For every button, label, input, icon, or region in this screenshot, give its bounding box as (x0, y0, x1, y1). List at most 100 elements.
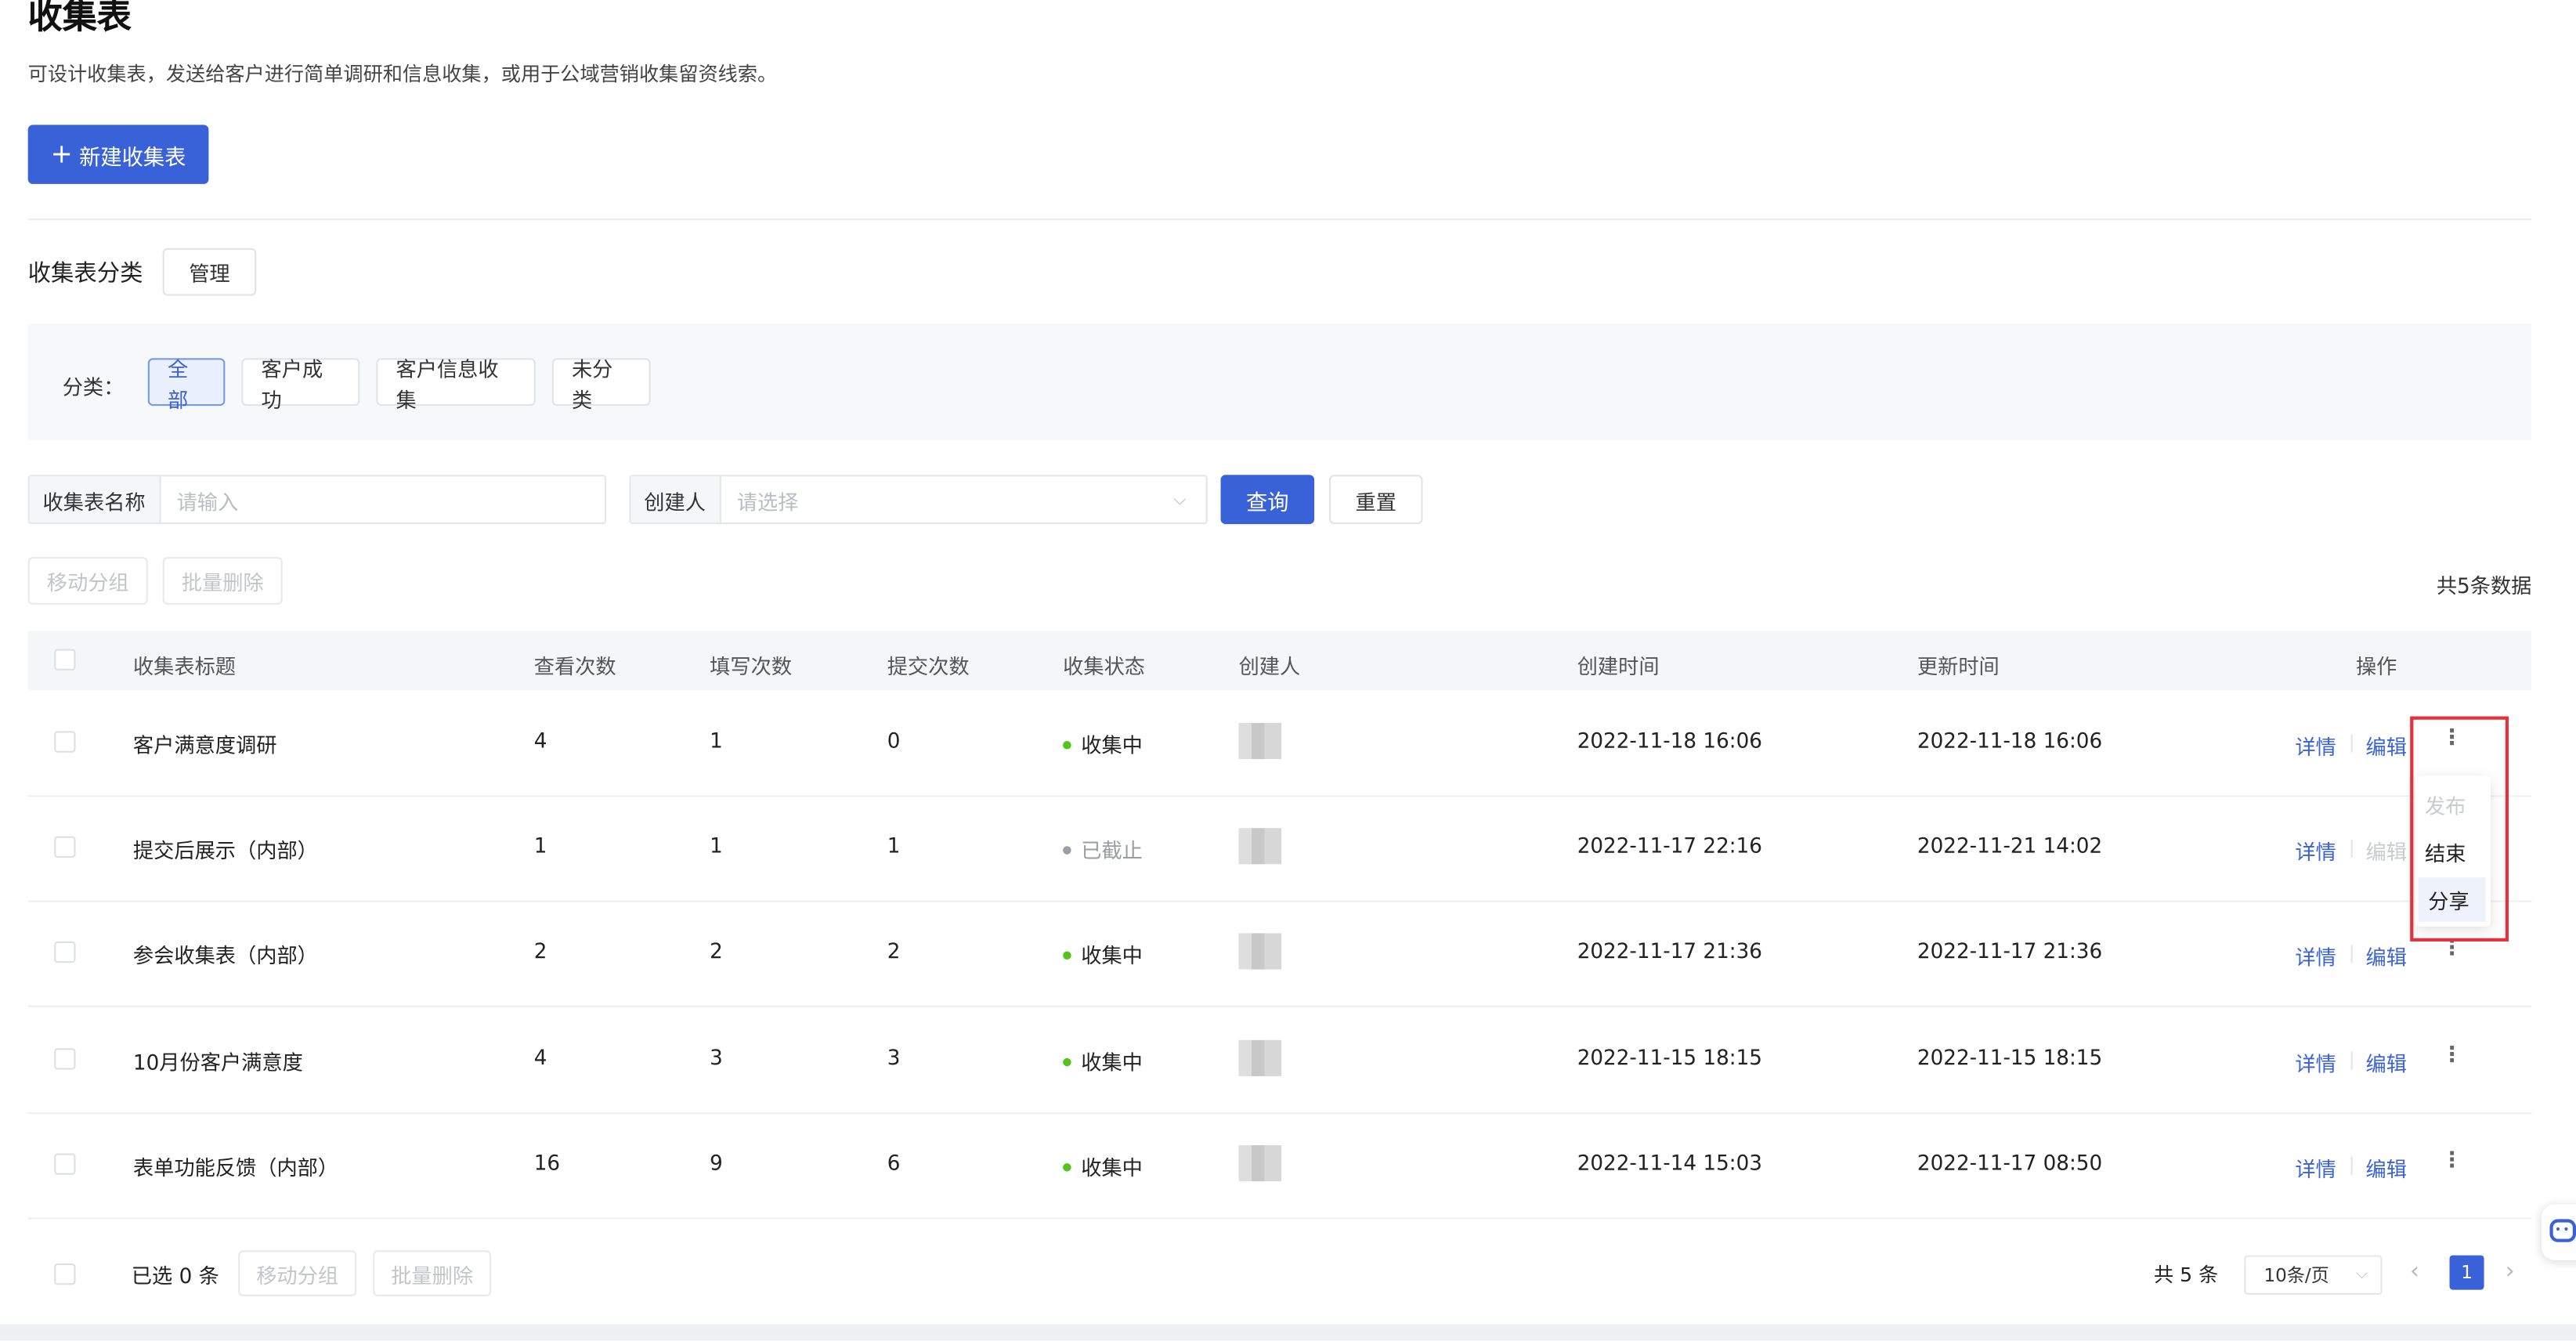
chip-customer-info[interactable]: 客户信息收集 (376, 356, 536, 411)
row-title: 提交后展示（内部） (132, 837, 318, 863)
selected-count: 已选 0 条 (131, 1263, 219, 1289)
row-updated: 2022-11-21 14:02 (1917, 833, 2103, 858)
table-row: 参会收集表（内部） 2 2 2 收集中 2022-11-17 21:36 202… (0, 900, 2576, 1005)
row-views: 4 (533, 728, 547, 753)
pagination-total: 共 5 条 (2153, 1263, 2219, 1287)
next-page-icon[interactable]: › (2506, 1259, 2515, 1285)
separator (2350, 839, 2353, 858)
status-dot-icon (1063, 951, 1071, 960)
chevron-down-icon: ⌵ (2356, 1267, 2368, 1284)
row-views: 2 (533, 938, 547, 963)
header-updated: 更新时间 (1917, 653, 2000, 679)
prev-page-icon[interactable]: ‹ (2410, 1259, 2419, 1285)
table-row: 表单功能反馈（内部） 16 9 6 收集中 2022-11-14 15:03 2… (0, 1112, 2576, 1217)
reset-button[interactable]: 重置 (1328, 475, 1423, 525)
highlight-box (2410, 716, 2509, 942)
detail-link[interactable]: 详情 (2295, 835, 2336, 866)
query-button[interactable]: 查询 (1220, 475, 1315, 525)
row-created: 2022-11-14 15:03 (1577, 1150, 1762, 1175)
row-checkbox[interactable] (54, 836, 76, 858)
row-updated: 2022-11-17 08:50 (1917, 1150, 2103, 1175)
edit-link[interactable]: 编辑 (2366, 1046, 2407, 1078)
chip-all[interactable]: 全部 (147, 356, 226, 411)
page-size-select[interactable]: 10条/页 ⌵ (2244, 1255, 2383, 1295)
avatar (1238, 828, 1282, 865)
category-filter-label: 分类： (62, 374, 125, 399)
header-submits: 提交次数 (887, 653, 970, 679)
table-row: 客户满意度调研 4 1 0 收集中 2022-11-18 16:06 2022-… (0, 690, 2576, 795)
batch-delete-button[interactable]: 批量删除 (162, 557, 283, 605)
row-submits: 1 (887, 833, 901, 858)
more-icon[interactable]: ⋮ (2441, 1148, 2462, 1173)
row-submits: 2 (887, 938, 901, 963)
total-count: 共5条数据 (2436, 573, 2532, 598)
divider (27, 218, 2532, 221)
header-actions: 操作 (2355, 653, 2397, 679)
manage-button[interactable]: 管理 (162, 248, 257, 296)
chat-widget[interactable] (2541, 1204, 2576, 1260)
separator (2350, 1156, 2353, 1175)
row-views: 4 (533, 1045, 547, 1070)
row-submits: 3 (887, 1045, 901, 1070)
chevron-down-icon: ⌵ (1173, 490, 1187, 509)
page-title: 收集表 (27, 0, 132, 37)
header-status: 收集状态 (1063, 653, 1146, 679)
row-fills: 3 (710, 1045, 723, 1070)
row-created: 2022-11-18 16:06 (1577, 728, 1762, 753)
footer-batch-delete-button[interactable]: 批量删除 (373, 1250, 492, 1297)
bottom-bar (0, 1324, 2576, 1341)
detail-link[interactable]: 详情 (2295, 940, 2336, 971)
chip-customer-success[interactable]: 客户成功 (241, 356, 360, 411)
creator-select-value[interactable]: 请选择 (721, 484, 1174, 515)
row-checkbox[interactable] (54, 1048, 76, 1070)
row-title: 表单功能反馈（内部） (132, 1155, 339, 1180)
row-divider (27, 1217, 2532, 1220)
detail-link[interactable]: 详情 (2295, 729, 2336, 761)
detail-link[interactable]: 详情 (2295, 1046, 2336, 1078)
page-description: 可设计收集表，发送给客户进行简单调研和信息收集，或用于公域营销收集留资线索。 (27, 62, 778, 86)
select-all-checkbox[interactable] (54, 649, 76, 670)
edit-link[interactable]: 编辑 (2366, 1151, 2407, 1183)
page-1-button[interactable]: 1 (2449, 1255, 2484, 1290)
header-views: 查看次数 (533, 653, 616, 679)
chip-uncategorized[interactable]: 未分类 (551, 356, 651, 411)
status-dot-icon (1063, 741, 1071, 750)
avatar (1238, 1039, 1282, 1076)
name-search-field[interactable]: 收集表名称 请输入 (27, 475, 607, 525)
row-checkbox[interactable] (54, 1153, 76, 1175)
row-submits: 6 (887, 1150, 901, 1175)
creator-select[interactable]: 创建人 请选择 ⌵ (629, 475, 1208, 525)
edit-link[interactable]: 编辑 (2366, 940, 2407, 971)
creator-field-label: 创建人 (630, 476, 721, 523)
row-checkbox[interactable] (54, 941, 76, 963)
header-created: 创建时间 (1577, 653, 1660, 679)
more-icon[interactable]: ⋮ (2441, 1043, 2462, 1068)
row-checkbox[interactable] (54, 731, 76, 753)
footer-select-all-checkbox[interactable] (54, 1263, 76, 1285)
row-created: 2022-11-15 18:15 (1577, 1045, 1762, 1070)
separator (2350, 1051, 2353, 1070)
row-created: 2022-11-17 22:16 (1577, 833, 1762, 858)
avatar (1238, 933, 1282, 970)
new-collection-label: 新建收集表 (79, 145, 186, 171)
table-row: 提交后展示（内部） 1 1 1 已截止 2022-11-17 22:16 202… (0, 795, 2576, 900)
status-badge: 收集中 (1063, 1150, 1143, 1181)
separator (2350, 734, 2353, 753)
separator (2350, 945, 2353, 963)
status-badge: 已截止 (1063, 833, 1143, 864)
row-title: 10月份客户满意度 (132, 1050, 303, 1075)
row-fills: 1 (710, 833, 723, 858)
edit-link[interactable]: 编辑 (2366, 835, 2407, 866)
row-views: 16 (533, 1150, 561, 1175)
footer-move-group-button[interactable]: 移动分组 (238, 1250, 357, 1297)
move-group-button[interactable]: 移动分组 (27, 557, 148, 605)
row-fills: 1 (710, 728, 723, 753)
name-search-input[interactable]: 请输入 (161, 484, 605, 515)
avatar (1238, 1145, 1282, 1182)
row-updated: 2022-11-18 16:06 (1917, 728, 2103, 753)
table-row: 10月份客户满意度 4 3 3 收集中 2022-11-15 18:15 202… (0, 1006, 2576, 1112)
new-collection-button[interactable]: + 新建收集表 (27, 125, 209, 184)
edit-link[interactable]: 编辑 (2366, 729, 2407, 761)
detail-link[interactable]: 详情 (2295, 1151, 2336, 1183)
row-title: 客户满意度调研 (132, 732, 277, 757)
